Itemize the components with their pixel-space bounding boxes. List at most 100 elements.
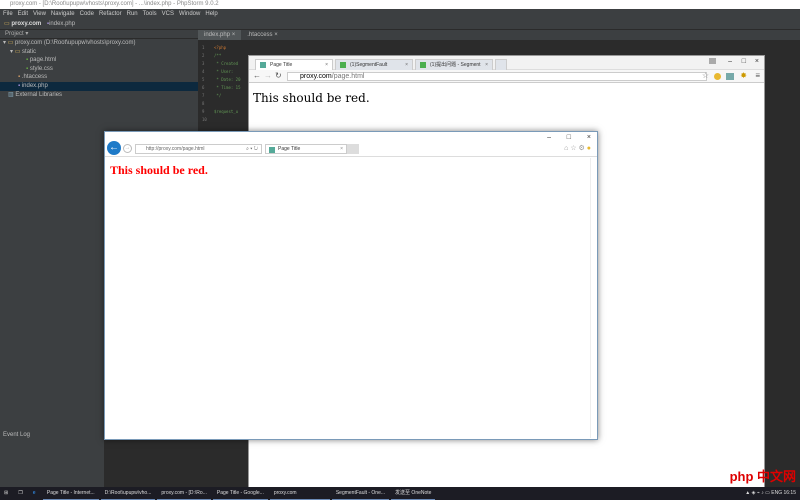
close-icon[interactable]: × <box>340 145 343 154</box>
menu-refactor[interactable]: Refactor <box>99 11 122 17</box>
event-log-panel: Event Log <box>0 430 104 487</box>
code-editor[interactable]: 1 <?php 2/** 3 * Created 4 * User: 5 * Date:… <box>198 44 248 144</box>
menu-vcs[interactable]: VCS <box>162 11 174 17</box>
tree-label: External Libraries <box>15 91 63 98</box>
tree-item-static[interactable]: ▾ ▭ static <box>0 48 198 57</box>
language-indicator[interactable]: ENG <box>771 490 782 496</box>
editor-right-gutter <box>765 40 800 487</box>
scrollbar[interactable] <box>590 158 597 438</box>
watermark-logo: php 中文网 <box>729 469 796 484</box>
tree-label: style.css <box>29 65 53 72</box>
code-text: * Created <box>214 61 239 66</box>
tree-item-htaccess[interactable]: ▪ .htaccess <box>0 73 198 82</box>
menu-edit[interactable]: Edit <box>18 11 28 17</box>
menu-window[interactable]: Window <box>179 11 200 17</box>
favicon-icon <box>260 62 266 68</box>
ide-menu-bar: File Edit View Navigate Code Refactor Run Tools… <box>0 9 800 19</box>
menu-tools[interactable]: Tools <box>143 11 157 17</box>
menu-icon[interactable]: ≡ <box>755 71 760 80</box>
tray-icons[interactable]: ▲ ◈ ⌁ ♪ ▭ <box>745 490 771 496</box>
back-button[interactable]: ← <box>107 141 121 155</box>
maximize-button[interactable]: □ <box>567 134 571 141</box>
extension-gear-icon[interactable]: ✸ <box>740 71 747 80</box>
ie-address-bar[interactable]: http://proxy.com/page.html ⌕ ▾ ↻ <box>135 144 262 154</box>
ide-breadcrumb: ▭ proxy.com ▪index.php <box>0 19 800 30</box>
project-label[interactable]: Project <box>5 31 24 37</box>
taskbar-item[interactable]: SegmentFault - One... <box>331 487 390 500</box>
chrome-address-bar[interactable]: proxy.com/page.html <box>287 72 707 81</box>
forward-button[interactable]: → <box>123 144 132 153</box>
menu-help[interactable]: Help <box>205 11 217 17</box>
taskbar-item[interactable]: proxy.com - [D:\Ro... <box>157 487 211 500</box>
menu-code[interactable]: Code <box>80 11 94 17</box>
start-icon[interactable]: ⊞ <box>0 487 12 500</box>
taskbar-item[interactable]: Page Title - Google... <box>212 487 268 500</box>
line-number: 2 <box>202 53 205 58</box>
line-number: 10 <box>202 117 207 122</box>
favicon-icon <box>269 147 275 153</box>
forward-icon[interactable]: → <box>264 71 272 80</box>
task-view-icon[interactable]: ❐ <box>14 487 26 500</box>
new-tab-button[interactable] <box>495 59 507 70</box>
chrome-tab-question[interactable]: (1)提出问题 - Segment × <box>415 59 493 70</box>
code-text: * User: <box>214 69 234 74</box>
tree-item-page-html[interactable]: ▪ page.html <box>0 56 198 65</box>
tree-item-style-css[interactable]: ▪ style.css <box>0 65 198 74</box>
ie-page-text: This should be red. <box>110 163 208 177</box>
search-refresh-icon[interactable]: ⌕ ▾ ↻ <box>246 145 258 154</box>
maximize-button[interactable]: □ <box>742 58 746 65</box>
chrome-tab-segmentfault[interactable]: (1)SegmentFault × <box>335 59 413 70</box>
minimize-button[interactable]: – <box>547 134 551 141</box>
close-button[interactable]: × <box>755 58 759 65</box>
taskbar-item[interactable]: proxy.com <box>269 487 330 500</box>
taskbar-item[interactable]: D:\Root\upupw\vho... <box>100 487 156 500</box>
event-log-label[interactable]: Event Log <box>3 432 30 438</box>
line-number: 1 <box>202 45 205 50</box>
code-line: 8 <box>198 100 248 108</box>
menu-view[interactable]: View <box>33 11 46 17</box>
star-icon[interactable]: ☆ <box>702 71 709 80</box>
url-text: http://proxy.com/page.html <box>146 146 205 152</box>
tree-item-root[interactable]: ▾ ▭ proxy.com (D:\Root\upupw\vhosts\prox… <box>0 39 198 48</box>
code-text: */ <box>214 93 222 98</box>
new-tab-button[interactable] <box>347 144 359 154</box>
taskbar-item[interactable]: Page Title - Internet... <box>42 487 99 500</box>
editor-tabs: index.php × .htaccess × <box>198 30 800 40</box>
user-icon[interactable] <box>709 58 716 64</box>
menu-file[interactable]: File <box>3 11 13 17</box>
breadcrumb-project[interactable]: proxy.com <box>11 21 41 27</box>
extension-icon[interactable] <box>726 73 734 80</box>
extension-icon[interactable] <box>714 73 721 80</box>
chrome-tab-page-title[interactable]: Page Title × <box>255 59 333 70</box>
home-favorites-settings-icons[interactable]: ⌂ ☆ ⚙ ● <box>564 144 591 152</box>
tab-label: index.php <box>204 32 231 38</box>
chrome-tab-strip: Page Title × (1)SegmentFault × (1)提出问题 - S… <box>249 56 764 70</box>
tree-label: .htaccess <box>21 74 48 81</box>
menu-run[interactable]: Run <box>127 11 138 17</box>
breadcrumb-file[interactable]: index.php <box>49 21 75 27</box>
menu-navigate[interactable]: Navigate <box>51 11 75 17</box>
back-icon[interactable]: ← <box>253 71 261 80</box>
tree-item-external-libraries[interactable]: ▥ External Libraries <box>0 91 198 100</box>
system-tray: ▲ ◈ ⌁ ♪ ▭ ENG 16:15 <box>745 487 796 500</box>
ie-icon[interactable]: e <box>29 487 40 500</box>
clock[interactable]: 16:15 <box>783 490 796 496</box>
chrome-toolbar: ← → ↻ proxy.com/page.html ☆ ✸ ≡ <box>249 70 764 83</box>
tab-label: .htaccess <box>247 32 273 38</box>
tree-label: index.php <box>21 82 48 89</box>
ie-tab-page-title[interactable]: Page Title × <box>265 144 347 154</box>
tab-index-php[interactable]: index.php × <box>198 30 242 40</box>
close-button[interactable]: × <box>587 134 591 141</box>
tab-htaccess[interactable]: .htaccess × <box>241 30 284 40</box>
code-text: * Time: 15 <box>214 85 241 90</box>
ide-title-bar: proxy.com - [D:\Root\upupw\vhosts\proxy.… <box>0 0 800 9</box>
tab-label: Page Title <box>278 146 301 152</box>
reload-icon[interactable]: ↻ <box>275 71 282 80</box>
minimize-button[interactable]: – <box>728 58 732 65</box>
url-host: proxy.com <box>300 73 332 80</box>
tree-item-index-php[interactable]: ▪ index.php <box>0 81 198 91</box>
taskbar-item[interactable]: 发送至 OneNote <box>391 487 436 500</box>
chrome-page-text: This should be red. <box>253 91 370 105</box>
url-path: /page.html <box>331 73 365 80</box>
tab-label: (1)提出问题 - Segment <box>430 62 481 68</box>
